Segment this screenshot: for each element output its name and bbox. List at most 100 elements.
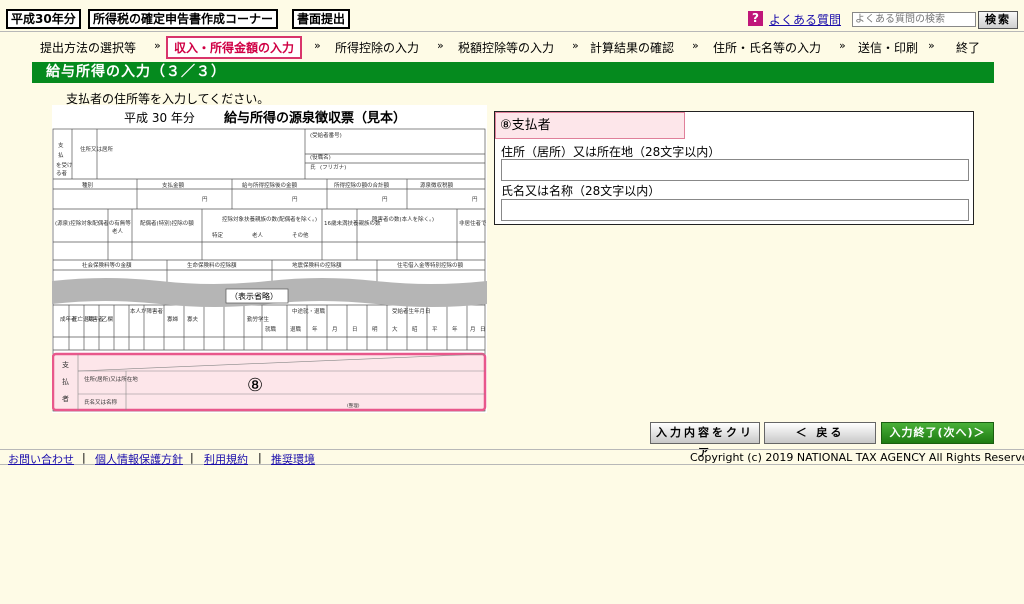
step-submission-method: 提出方法の選択等 <box>40 41 137 55</box>
svg-text:乙欄: 乙欄 <box>102 315 114 323</box>
svg-text:その他: その他 <box>292 231 309 239</box>
svg-text:支払金額: 支払金額 <box>162 181 185 189</box>
page-title: 給与所得の入力（３／３） <box>32 62 994 83</box>
year-badge: 平成30年分 <box>6 9 81 29</box>
svg-text:地震保険料の控除額: 地震保険料の控除額 <box>292 261 342 269</box>
svg-text:払: 払 <box>62 377 69 386</box>
svg-text:源泉徴収税額: 源泉徴収税額 <box>420 181 454 189</box>
svg-text:平: 平 <box>432 326 438 333</box>
svg-text:住所又は居所: 住所又は居所 <box>80 145 114 153</box>
svg-text:（表示省略）: （表示省略） <box>230 291 278 301</box>
step-address-name-input: 住所・氏名等の入力 <box>713 41 822 55</box>
svg-text:非居住者である親族の数: 非居住者である親族の数 <box>459 219 487 227</box>
svg-text:配偶者(特別)控除の額: 配偶者(特別)控除の額 <box>140 219 194 227</box>
svg-text:生命保険料の控除額: 生命保険料の控除額 <box>187 261 237 269</box>
svg-text:円: 円 <box>472 196 478 203</box>
payer-address-input[interactable] <box>501 159 969 181</box>
payer-section-highlight: 支 払 者 住所(居所)又は所在地 氏名又は名称 (整理) ⑧ <box>52 352 487 412</box>
finish-next-button[interactable]: 入力終了(次へ)＞ <box>881 422 994 444</box>
help-icon[interactable]: ? <box>748 11 763 26</box>
circled-8-marker: ⑧ <box>500 118 512 133</box>
step-navigation: 提出方法の選択等 » 収入・所得金額の入力 » 所得控除の入力 » 税額控除等の… <box>0 36 1024 59</box>
footer-link-privacy[interactable]: 個人情報保護方針 <box>95 451 183 467</box>
svg-text:(役職名): (役職名) <box>310 153 331 161</box>
svg-text:(源泉)控除対象配偶者の有無等: (源泉)控除対象配偶者の有無等 <box>55 219 131 227</box>
svg-text:氏: 氏 <box>310 163 316 171</box>
svg-text:中途就・退職: 中途就・退職 <box>292 307 326 315</box>
svg-text:種別: 種別 <box>82 181 93 189</box>
footer-link-contact[interactable]: お問い合わせ <box>8 451 74 467</box>
footer-separator: | <box>258 451 262 464</box>
svg-text:支: 支 <box>62 360 69 369</box>
svg-text:大: 大 <box>392 325 398 333</box>
back-button[interactable]: ＜ 戻る <box>764 422 876 444</box>
svg-text:者: 者 <box>62 395 69 403</box>
svg-text:老人: 老人 <box>252 231 264 239</box>
step-separator: » <box>314 39 321 52</box>
slip-title: 平成 30 年分 給与所得の源泉徴収票（見本） <box>124 110 406 126</box>
svg-text:明: 明 <box>372 326 378 333</box>
svg-text:月: 月 <box>470 326 476 333</box>
footer: お問い合わせ | 個人情報保護方針 | 利用規約 | 推奨環境 Copyrigh… <box>0 449 1024 467</box>
svg-text:給与所得の源泉徴収票（見本）: 給与所得の源泉徴収票（見本） <box>224 110 406 126</box>
step-send-print: 送信・印刷 <box>858 41 919 55</box>
step-separator: » <box>154 39 161 52</box>
svg-text:日: 日 <box>352 326 358 333</box>
step-deduction-input: 所得控除の入力 <box>335 41 420 55</box>
svg-text:(フリガナ): (フリガナ) <box>320 163 346 171</box>
mode-badge: 書面提出 <box>292 9 351 29</box>
svg-text:就職: 就職 <box>265 325 277 333</box>
svg-text:寡婦: 寡婦 <box>167 315 179 323</box>
payer-name-input[interactable] <box>501 199 969 221</box>
svg-text:平成 30 年分: 平成 30 年分 <box>124 111 195 125</box>
svg-text:月: 月 <box>332 326 338 333</box>
withholding-slip-sample: 平成 30 年分 給与所得の源泉徴収票（見本） 支 払 を受け る者 住所又は居… <box>52 105 487 413</box>
svg-text:る者: る者 <box>56 169 68 177</box>
footer-link-environment[interactable]: 推奨環境 <box>271 451 315 467</box>
svg-text:年: 年 <box>312 325 318 333</box>
step-separator: » <box>928 39 935 52</box>
svg-text:円: 円 <box>292 196 298 203</box>
svg-text:氏名又は名称: 氏名又は名称 <box>84 398 118 406</box>
faq-link[interactable]: よくある質問 <box>769 11 841 28</box>
payer-address-label: 住所（居所）又は所在地（28文字以内） <box>501 145 721 159</box>
payer-heading: ⑧支払者 <box>495 112 685 139</box>
footer-separator: | <box>82 451 86 464</box>
svg-text:控除対象扶養親族の数(配偶者を除く。): 控除対象扶養親族の数(配偶者を除く。) <box>222 215 317 223</box>
footer-separator: | <box>190 451 194 464</box>
step-tax-credit-input: 税額控除等の入力 <box>458 41 555 55</box>
copyright-text: Copyright (c) 2019 NATIONAL TAX AGENCY A… <box>690 451 1024 464</box>
svg-text:所得控除の額の合計額: 所得控除の額の合計額 <box>334 181 390 189</box>
svg-text:寡夫: 寡夫 <box>187 315 199 323</box>
svg-text:勤労学生: 勤労学生 <box>247 315 270 323</box>
svg-text:を受け: を受け <box>56 161 73 169</box>
footer-link-terms[interactable]: 利用規約 <box>204 451 248 467</box>
step-separator: » <box>839 39 846 52</box>
step-finish: 終了 <box>956 41 981 55</box>
svg-text:退職: 退職 <box>290 325 302 333</box>
svg-text:年: 年 <box>452 325 458 333</box>
svg-text:(受給者番号): (受給者番号) <box>310 131 342 139</box>
svg-text:日: 日 <box>480 326 486 333</box>
clear-input-button[interactable]: 入力内容をクリア <box>650 422 760 459</box>
step-income-input-active: 収入・所得金額の入力 <box>166 36 303 59</box>
faq-search-input[interactable] <box>852 12 976 27</box>
faq-search-button[interactable]: 検索 <box>978 11 1018 29</box>
svg-text:住所(居所)又は所在地: 住所(居所)又は所在地 <box>84 375 138 383</box>
svg-text:本人が障害者: 本人が障害者 <box>130 307 164 315</box>
svg-text:円: 円 <box>382 196 388 203</box>
payer-heading-label: 支払者 <box>511 118 551 133</box>
svg-text:特定: 特定 <box>212 231 224 239</box>
svg-text:住宅借入金等特別控除の額: 住宅借入金等特別控除の額 <box>397 261 464 269</box>
payer-input-panel: ⑧支払者 住所（居所）又は所在地（28文字以内） 氏名又は名称（28文字以内） <box>494 111 974 225</box>
svg-text:障害者の数(本人を除く。): 障害者の数(本人を除く。) <box>372 215 434 223</box>
svg-text:老人: 老人 <box>112 227 124 235</box>
svg-text:払: 払 <box>58 151 64 159</box>
omitted-wave-band: （表示省略） <box>52 278 487 307</box>
step-separator: » <box>692 39 699 52</box>
svg-text:昭: 昭 <box>412 326 418 333</box>
svg-text:受給者生年月日: 受給者生年月日 <box>392 307 431 315</box>
step-separator: » <box>437 39 444 52</box>
svg-text:支: 支 <box>58 141 64 149</box>
svg-text:(整理): (整理) <box>347 402 360 409</box>
